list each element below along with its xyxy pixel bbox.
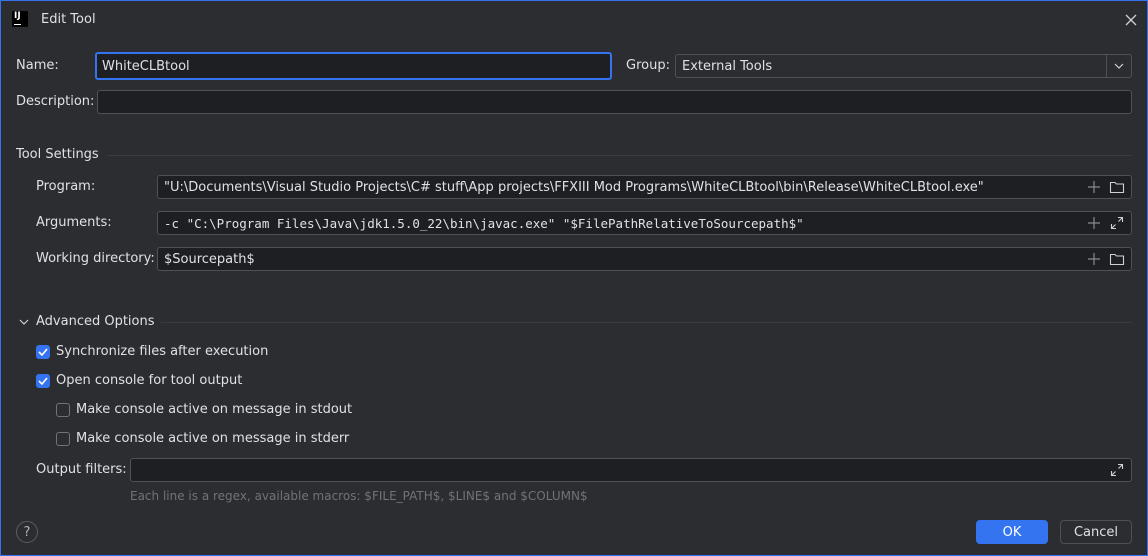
console-stdout-option[interactable]: Make console active on message in stdout [56, 402, 352, 417]
check-icon [38, 376, 48, 385]
description-label: Description: [16, 94, 95, 109]
sync-files-option[interactable]: Synchronize files after execution [36, 344, 268, 359]
program-input[interactable]: "U:\Documents\Visual Studio Projects\C# … [157, 175, 1132, 199]
app-logo-icon: IJ [12, 11, 28, 27]
name-input-value: WhiteCLBtool [102, 58, 190, 74]
dialog-title: Edit Tool [41, 12, 96, 27]
arguments-expand-button[interactable] [1109, 215, 1125, 231]
tool-settings-separator [107, 155, 1132, 156]
open-console-checkbox[interactable] [36, 373, 50, 388]
program-input-value: "U:\Documents\Visual Studio Projects\C# … [164, 179, 984, 195]
group-dropdown-button[interactable] [1106, 55, 1131, 77]
folder-icon [1109, 253, 1125, 266]
working-directory-browse-button[interactable] [1109, 251, 1125, 267]
arguments-input-value: -c "C:\Program Files\Java\jdk1.5.0_22\bi… [164, 215, 804, 231]
sync-files-checkbox[interactable] [36, 344, 50, 359]
expand-icon [1110, 463, 1124, 477]
program-label: Program: [36, 179, 96, 194]
program-browse-button[interactable] [1109, 179, 1125, 195]
working-directory-input-value: $Sourcepath$ [164, 251, 255, 267]
console-stderr-checkbox[interactable] [56, 431, 70, 446]
chevron-down-icon [19, 319, 29, 325]
output-filters-label: Output filters: [36, 462, 127, 477]
name-input[interactable]: WhiteCLBtool [95, 52, 612, 80]
ok-button[interactable]: OK [976, 520, 1048, 544]
folder-icon [1109, 181, 1125, 194]
plus-icon [1088, 217, 1100, 229]
name-label: Name: [16, 58, 59, 73]
advanced-options-separator [161, 322, 1132, 323]
console-stdout-checkbox[interactable] [56, 402, 70, 417]
output-filters-expand-button[interactable] [1109, 462, 1125, 478]
close-button[interactable] [1122, 11, 1140, 29]
arguments-input[interactable]: -c "C:\Program Files\Java\jdk1.5.0_22\bi… [157, 211, 1132, 235]
arguments-label: Arguments: [36, 215, 112, 230]
plus-icon [1088, 181, 1100, 193]
close-icon [1125, 14, 1137, 26]
console-stderr-label: Make console active on message in stderr [76, 431, 350, 446]
help-icon: ? [23, 524, 31, 540]
working-directory-insert-macro-button[interactable] [1086, 251, 1102, 267]
expand-icon [1110, 216, 1124, 230]
group-combobox[interactable]: External Tools [675, 54, 1132, 78]
open-console-label: Open console for tool output [56, 373, 243, 388]
output-filters-hint: Each line is a regex, available macros: … [130, 489, 588, 503]
console-stdout-label: Make console active on message in stdout [76, 402, 353, 417]
console-stderr-option[interactable]: Make console active on message in stderr [56, 431, 349, 446]
working-directory-label: Working directory: [36, 251, 155, 266]
group-combobox-value: External Tools [682, 58, 773, 74]
help-button[interactable]: ? [16, 521, 38, 543]
cancel-button[interactable]: Cancel [1060, 520, 1132, 544]
program-insert-macro-button[interactable] [1086, 179, 1102, 195]
sync-files-label: Synchronize files after execution [56, 344, 269, 359]
description-input[interactable] [97, 90, 1132, 114]
advanced-options-toggle[interactable] [16, 314, 32, 330]
open-console-option[interactable]: Open console for tool output [36, 373, 242, 388]
arguments-insert-macro-button[interactable] [1086, 215, 1102, 231]
tool-settings-heading: Tool Settings [16, 147, 99, 162]
plus-icon [1088, 253, 1100, 265]
output-filters-input[interactable] [130, 458, 1132, 482]
working-directory-input[interactable]: $Sourcepath$ [157, 247, 1132, 271]
check-icon [38, 347, 48, 356]
advanced-options-heading: Advanced Options [36, 314, 155, 329]
chevron-down-icon [1114, 63, 1124, 69]
group-label: Group: [626, 58, 670, 73]
